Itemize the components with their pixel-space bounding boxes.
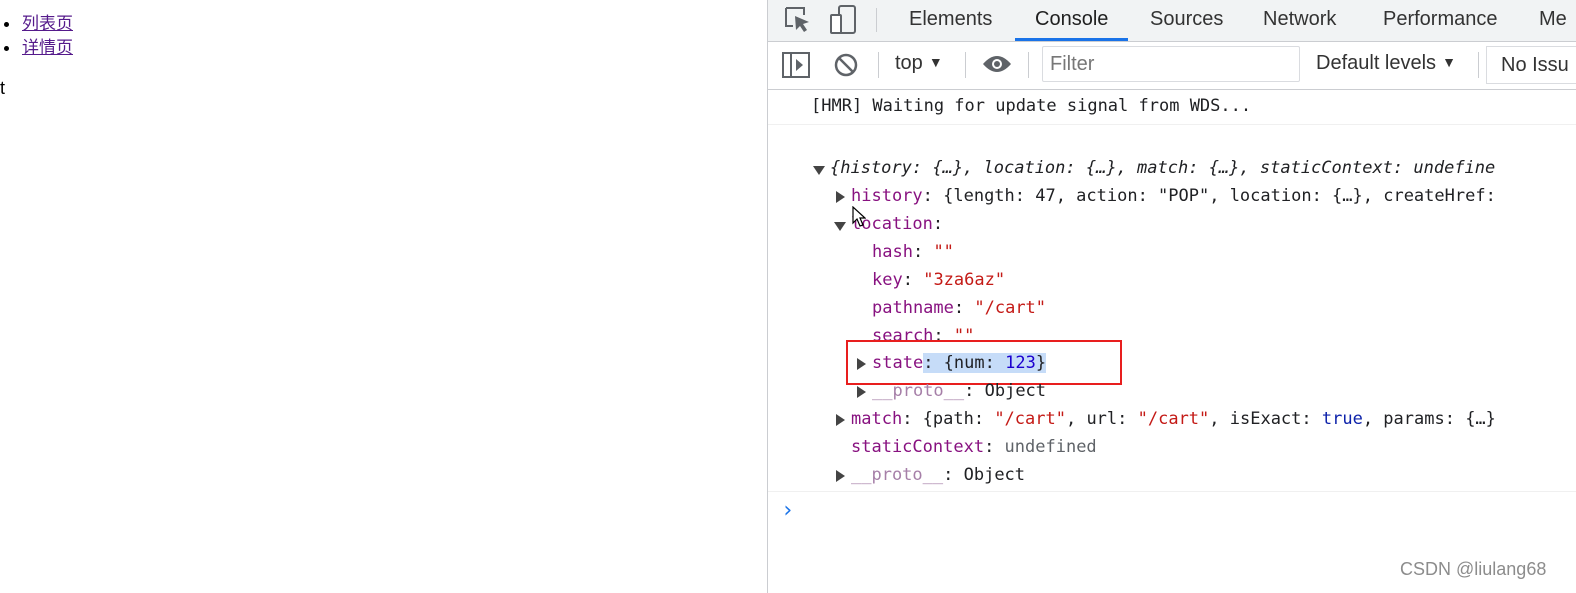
console-toolbar: top ▼ Default levels ▼ No Issu (768, 42, 1576, 90)
inspect-element-icon[interactable] (782, 4, 814, 36)
property-value: "3za6az" (923, 270, 1006, 290)
property-key: hash (872, 242, 913, 262)
match-params-value: {…} (1465, 409, 1496, 429)
eye-icon[interactable] (982, 54, 1012, 74)
list-page-link[interactable]: 列表页 (22, 14, 73, 34)
prompt-divider (768, 491, 1576, 492)
colon: : {path: (902, 409, 995, 429)
property-value: "/cart" (974, 298, 1047, 318)
issues-button[interactable]: No Issu (1486, 46, 1576, 84)
toolbar-separator (878, 52, 879, 78)
colon: : (964, 381, 985, 401)
match-url-value: "/cart" (1137, 409, 1210, 429)
tab-performance[interactable]: Performance (1383, 0, 1498, 41)
tabbar-separator (876, 8, 877, 32)
console-message: [HMR] Waiting for update signal from WDS… (811, 96, 1252, 116)
tree-row-static-context[interactable]: staticContext: undefined (851, 437, 1097, 457)
separator: , params: (1362, 409, 1466, 429)
highlight-annotation-box (846, 340, 1122, 385)
log-levels-dropdown[interactable]: Default levels ▼ (1316, 52, 1456, 75)
property-value: Object (984, 381, 1047, 401)
nav-list: 列表页 详情页 (4, 12, 73, 60)
devtools-panel: Elements Console Sources Network Perform… (767, 0, 1576, 593)
watermark: CSDN @liulang68 (1400, 559, 1547, 579)
tree-row-key[interactable]: key: "3za6az" (872, 270, 1005, 290)
context-label: top (895, 52, 923, 74)
tree-row-history[interactable]: history: {length: 47, action: "POP", loc… (851, 186, 1496, 206)
colon: : (932, 214, 944, 234)
toolbar-separator (1478, 52, 1479, 78)
context-selector[interactable]: top ▼ (895, 52, 943, 75)
toolbar-separator (1028, 52, 1029, 78)
tab-network[interactable]: Network (1263, 0, 1336, 41)
sidebar-toggle-icon[interactable] (782, 52, 810, 78)
tree-row-proto[interactable]: __proto__: Object (872, 381, 1046, 401)
separator: , isExact: (1209, 409, 1322, 429)
tree-row-pathname[interactable]: pathname: "/cart" (872, 298, 1046, 318)
tab-sources[interactable]: Sources (1150, 0, 1223, 41)
property-value: "" (933, 242, 954, 262)
tree-row-hash[interactable]: hash: "" (872, 242, 954, 262)
object-summary[interactable]: {history: {…}, location: {…}, match: {…}… (830, 158, 1495, 178)
property-key: __proto__ (851, 465, 944, 485)
devtools-tab-bar: Elements Console Sources Network Perform… (768, 0, 1576, 42)
expand-toggle-icon[interactable] (836, 470, 845, 482)
expand-toggle-icon[interactable] (836, 191, 845, 203)
web-page: 列表页 详情页 rt (0, 0, 767, 593)
property-value: undefined (1004, 437, 1097, 457)
nav-item-detail: 详情页 (4, 36, 73, 60)
device-toggle-icon[interactable] (828, 4, 860, 36)
colon: : (902, 270, 924, 290)
prompt-chevron-icon[interactable]: › (781, 498, 794, 523)
context-dropdown-icon: ▼ (928, 54, 943, 70)
nav-item-list: 列表页 (4, 12, 73, 36)
match-path-value: "/cart" (994, 409, 1066, 429)
property-value: Object (963, 465, 1026, 485)
tab-elements[interactable]: Elements (909, 0, 992, 41)
property-value: : {length: 47, action: "POP", location: … (922, 186, 1496, 206)
property-key: key (872, 270, 903, 290)
match-exact-value: true (1321, 409, 1363, 429)
property-key: __proto__ (872, 381, 965, 401)
expand-toggle-icon[interactable] (813, 166, 825, 175)
page-body-text: rt (0, 78, 5, 98)
filter-input[interactable] (1042, 46, 1300, 82)
mouse-cursor-icon (852, 206, 866, 227)
tree-row-match[interactable]: match: {path: "/cart", url: "/cart", isE… (851, 409, 1496, 429)
expand-toggle-icon[interactable] (836, 414, 845, 426)
detail-page-link[interactable]: 详情页 (22, 38, 73, 58)
message-divider (768, 124, 1576, 125)
levels-dropdown-icon: ▼ (1442, 54, 1456, 70)
property-key: pathname (872, 298, 954, 318)
tab-console[interactable]: Console (1014, 0, 1129, 41)
clear-console-icon[interactable] (833, 52, 859, 78)
property-key: staticContext (851, 437, 985, 457)
separator: , url: (1065, 409, 1138, 429)
tab-memory[interactable]: Me (1539, 0, 1567, 41)
colon: : (953, 298, 975, 318)
log-levels-label: Default levels (1316, 52, 1437, 74)
property-key: history (851, 186, 923, 206)
property-key: match (851, 409, 903, 429)
tree-row-proto-root[interactable]: __proto__: Object (851, 465, 1025, 485)
toolbar-separator (965, 52, 966, 78)
colon: : (943, 465, 964, 485)
colon: : (984, 437, 1005, 457)
colon: : (912, 242, 934, 262)
console-output: [HMR] Waiting for update signal from WDS… (768, 90, 1576, 593)
expand-toggle-icon[interactable] (857, 386, 866, 398)
expand-toggle-icon[interactable] (834, 222, 846, 231)
